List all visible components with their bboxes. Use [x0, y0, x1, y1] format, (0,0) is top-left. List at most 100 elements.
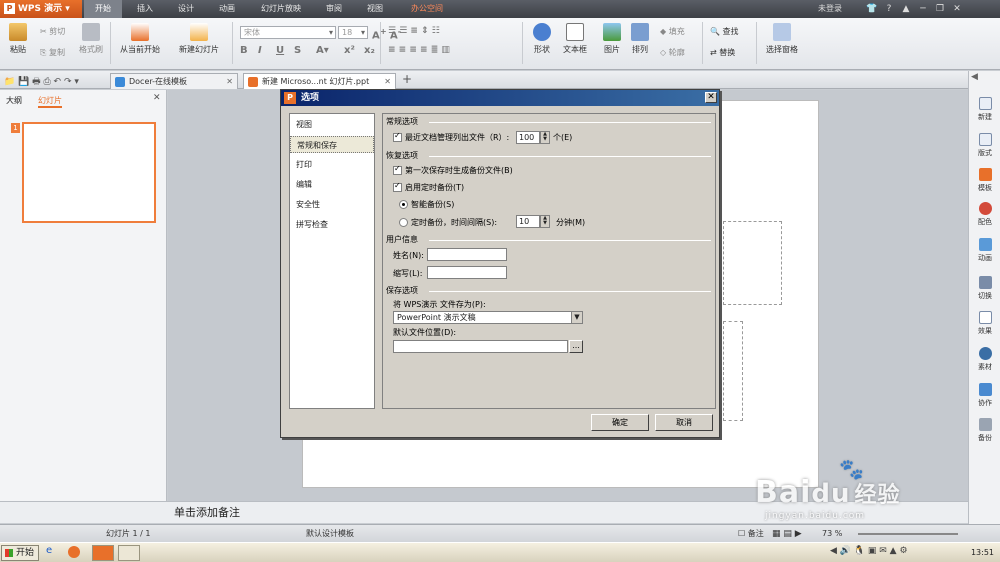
superscript-icon[interactable]: x²	[344, 45, 355, 56]
quick-access-icons[interactable]: 📁 💾 🖶 ⎙ ↶ ↷ ▾	[4, 74, 79, 90]
ribbon-toggle-icon[interactable]: ▲	[899, 2, 913, 16]
tab-presentation[interactable]: 新建 Microso...nt 幻灯片.ppt ✕	[243, 73, 396, 89]
pane-collapse-icon[interactable]: ◀	[971, 72, 978, 82]
close-tab-icon[interactable]: ✕	[384, 74, 391, 89]
pane-backup[interactable]: 备份	[969, 418, 1000, 443]
pane-new[interactable]: 新建	[969, 97, 1000, 122]
tab-insert[interactable]: 插入	[127, 0, 163, 18]
arrange-button[interactable]: 排列	[626, 23, 654, 55]
tab-home[interactable]: 开始	[84, 0, 122, 18]
close-tab-icon[interactable]: ✕	[226, 74, 233, 89]
font-color-icon[interactable]: A▾	[316, 45, 329, 56]
tab-view[interactable]: 视图	[357, 0, 393, 18]
save-as-select[interactable]: PowerPoint 演示文稿 ▼	[393, 311, 583, 324]
restore-icon[interactable]: ❐	[933, 2, 947, 16]
view-buttons[interactable]: ▦ ▤ ▶	[772, 525, 802, 543]
ie-icon[interactable]: e	[46, 545, 52, 556]
initials-input[interactable]	[427, 266, 507, 279]
tab-outline[interactable]: 大纲	[6, 95, 22, 106]
font-name-select[interactable]: 宋体	[240, 26, 336, 39]
textbox-button[interactable]: 文本框	[560, 23, 590, 55]
name-input[interactable]	[427, 248, 507, 261]
fill-button[interactable]: ◆ 填充	[660, 26, 685, 37]
app-menu-button[interactable]: P WPS 演示 ▾	[0, 0, 82, 18]
format-painter-button[interactable]: 格式刷	[76, 23, 106, 55]
notes-toggle[interactable]: ☐ 备注	[738, 525, 764, 543]
default-location-input[interactable]	[393, 340, 568, 353]
replace-button[interactable]: ⇄ 替换	[710, 47, 735, 58]
shape-button[interactable]: 形状	[528, 23, 556, 55]
backup-first-save-checkbox[interactable]	[393, 164, 402, 175]
recent-files-input[interactable]: 100	[516, 131, 540, 144]
align-icons[interactable]: ≡ ≡ ≡ ≡ ≣ ▥	[388, 45, 450, 55]
ok-button[interactable]: 确定	[591, 414, 649, 431]
interval-spinner[interactable]: ▲ ▼	[540, 215, 550, 228]
nav-spelling[interactable]: 拼写检查	[290, 216, 374, 233]
close-icon[interactable]: ✕	[950, 2, 964, 16]
pane-effect[interactable]: 效果	[969, 311, 1000, 336]
dialog-title-bar[interactable]: P 选项 ✕	[281, 90, 719, 106]
wps-task-icon[interactable]	[92, 545, 114, 561]
timed-backup-checkbox[interactable]	[393, 181, 402, 192]
title-placeholder[interactable]	[723, 221, 782, 305]
help-icon[interactable]: ?	[882, 2, 896, 16]
subtitle-placeholder[interactable]	[723, 321, 743, 421]
pane-template[interactable]: 模板	[969, 168, 1000, 193]
cut-button[interactable]: ✂ 剪切	[40, 26, 65, 37]
close-panel-icon[interactable]: ✕	[153, 93, 161, 103]
browser-icon[interactable]	[68, 546, 80, 558]
start-button[interactable]: 开始	[1, 545, 39, 561]
new-tab-icon[interactable]: +	[402, 72, 412, 86]
tab-office-space[interactable]: 办公空间	[400, 0, 454, 18]
tab-slides[interactable]: 幻灯片	[38, 95, 62, 108]
tab-review[interactable]: 审阅	[316, 0, 352, 18]
smart-backup-radio[interactable]	[399, 200, 408, 209]
subscript-icon[interactable]: x₂	[364, 45, 375, 56]
minimize-icon[interactable]: ─	[916, 2, 930, 16]
paste-button[interactable]: 粘贴	[4, 23, 32, 55]
pane-collab[interactable]: 协作	[969, 383, 1000, 408]
pane-material[interactable]: 素材	[969, 347, 1000, 372]
zoom-slider[interactable]	[858, 533, 958, 535]
browse-button[interactable]: ...	[569, 340, 583, 353]
nav-security[interactable]: 安全性	[290, 196, 374, 213]
interval-input[interactable]: 10	[516, 215, 540, 228]
recent-files-spinner[interactable]: ▲ ▼	[540, 131, 550, 144]
bold-icon[interactable]: B	[240, 45, 248, 56]
font-size-select[interactable]: 18	[338, 26, 368, 39]
shadow-icon[interactable]: S	[294, 45, 301, 56]
bullets-icon[interactable]: ☰ ☰ ≡ ⇕ ☷	[388, 26, 440, 36]
ribbon: 粘贴 ✂ 剪切 ⎘ 复制 格式刷 从当前开始 新建幻灯片 宋体 18 A+ A-…	[0, 18, 1000, 70]
clock: 13:51	[970, 548, 994, 557]
new-slide-button[interactable]: 新建幻灯片	[174, 23, 224, 55]
recent-files-checkbox[interactable]	[393, 131, 402, 142]
tab-slideshow[interactable]: 幻灯片放映	[250, 0, 312, 18]
outline-button[interactable]: ◇ 轮廓	[660, 47, 685, 58]
pane-layout[interactable]: 版式	[969, 133, 1000, 158]
interval-backup-radio[interactable]	[399, 218, 408, 227]
cancel-button[interactable]: 取消	[655, 414, 713, 431]
tray-icons[interactable]: ◀ 🔊 🐧 ▣ ✉ ▲ ⚙	[830, 546, 908, 556]
from-current-button[interactable]: 从当前开始	[116, 23, 164, 55]
login-status[interactable]: 未登录	[818, 0, 842, 18]
slide-thumbnail[interactable]	[22, 122, 156, 223]
nav-edit[interactable]: 编辑	[290, 176, 374, 193]
nav-view[interactable]: 视图	[290, 116, 374, 133]
tab-animation[interactable]: 动画	[209, 0, 245, 18]
pane-animation[interactable]: 动画	[969, 238, 1000, 263]
copy-button[interactable]: ⎘ 复制	[40, 47, 65, 58]
skin-icon[interactable]: 👕	[865, 2, 879, 16]
tab-docer[interactable]: Docer-在线模板 ✕	[110, 73, 238, 89]
select-pane-button[interactable]: 选择窗格	[762, 23, 802, 55]
pane-transition[interactable]: 切换	[969, 276, 1000, 301]
nav-general-save[interactable]: 常规和保存	[290, 136, 374, 153]
task-button[interactable]	[118, 545, 140, 561]
find-button[interactable]: 🔍 查找	[710, 26, 739, 37]
nav-print[interactable]: 打印	[290, 156, 374, 173]
dialog-close-button[interactable]: ✕	[705, 92, 717, 103]
picture-button[interactable]: 图片	[600, 23, 624, 55]
tab-design[interactable]: 设计	[168, 0, 204, 18]
underline-icon[interactable]: U	[276, 45, 284, 56]
pane-color[interactable]: 配色	[969, 202, 1000, 227]
italic-icon[interactable]: I	[258, 45, 262, 56]
